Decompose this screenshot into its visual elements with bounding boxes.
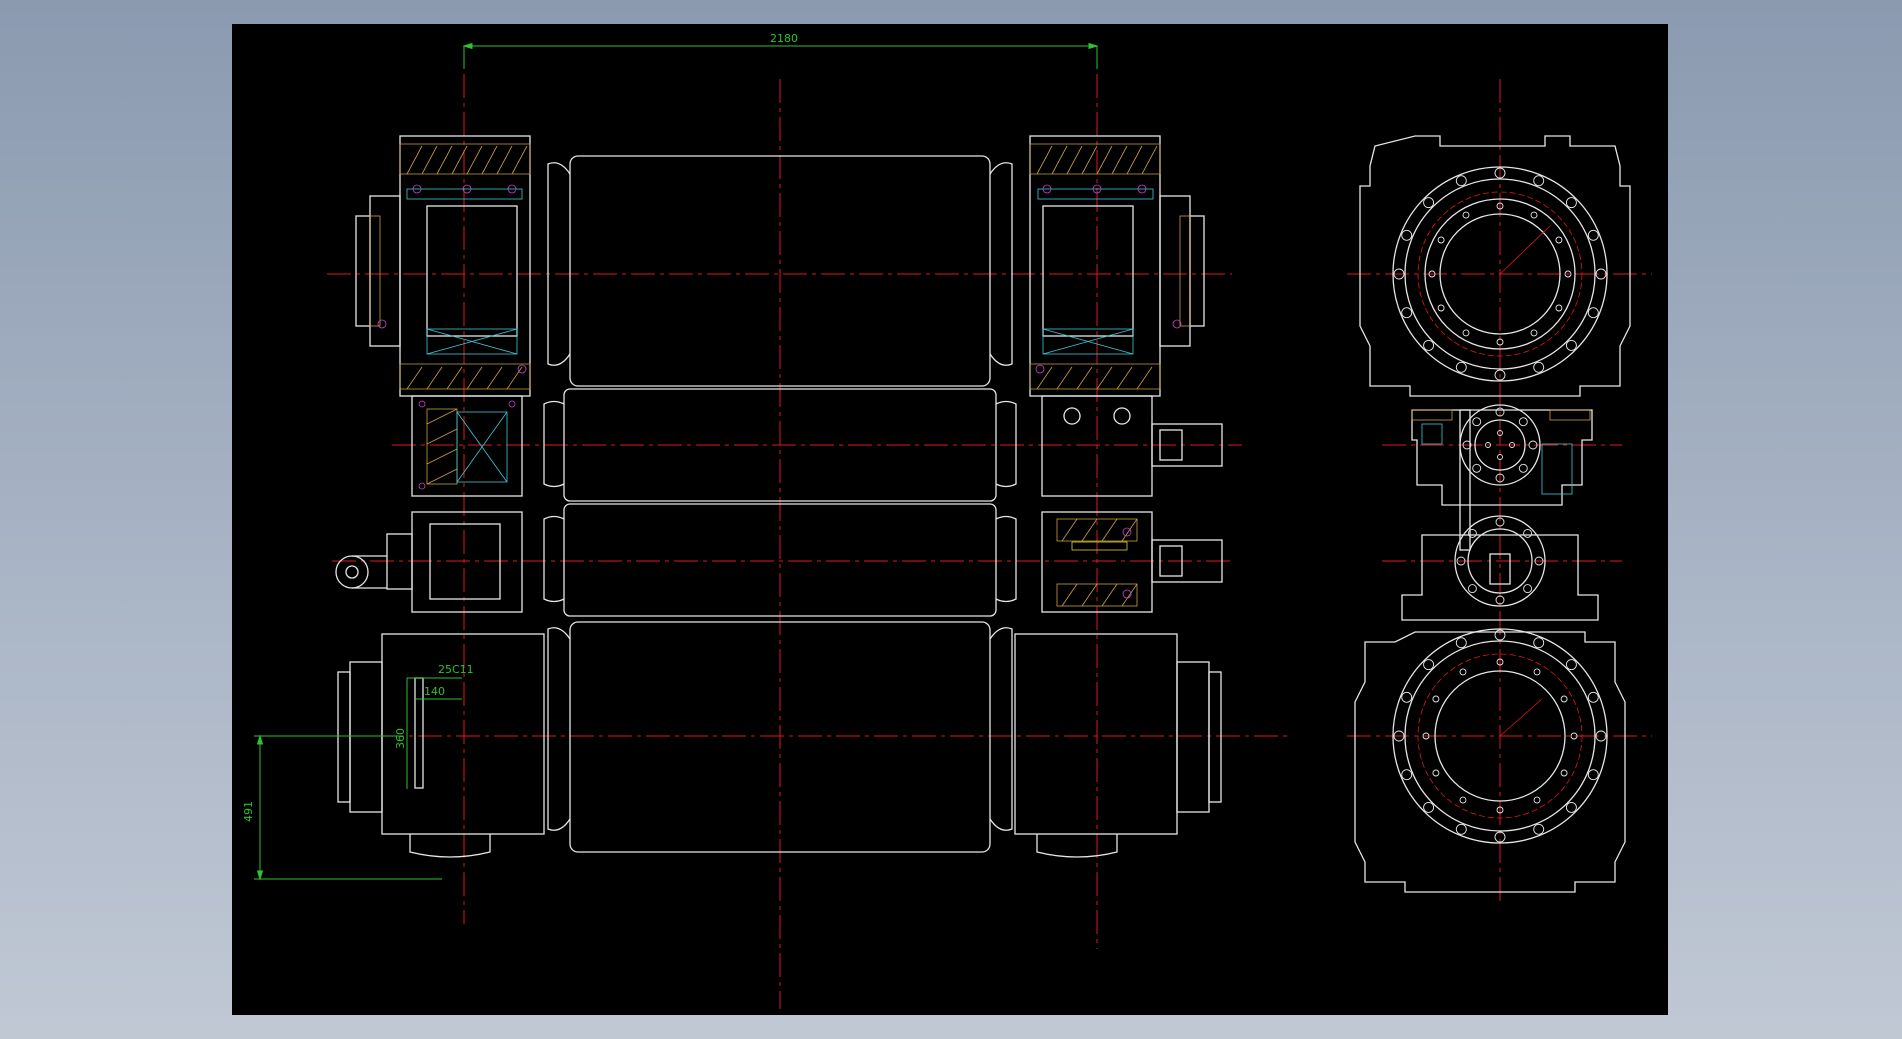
bolt-hole (1423, 659, 1435, 671)
bolt-hole (1533, 637, 1545, 649)
bolt-hole (1523, 584, 1533, 594)
bolt-hole (1533, 668, 1541, 676)
roll-3 (335, 503, 1223, 617)
front-view: 2180 25C11 140 360 491 (242, 32, 1292, 1009)
bolt-hole (1432, 769, 1440, 777)
bolt-hole (1423, 197, 1435, 209)
bolt-hole (1533, 823, 1545, 835)
dim-slot (254, 677, 462, 881)
bolt-hole (1432, 695, 1440, 703)
bolt-hole (1565, 659, 1577, 671)
centerlines (327, 74, 1292, 1009)
bolt-hole (1462, 329, 1470, 337)
bolt-hole (1533, 175, 1545, 187)
bolt-hole (1560, 695, 1568, 703)
bolt-hole (1533, 796, 1541, 804)
dim-overall-width-label: 2180 (770, 32, 798, 45)
bolt-hole (1587, 307, 1599, 319)
bolt-hole (1533, 361, 1545, 373)
side-bottom-block (1354, 628, 1626, 893)
bolt-hole (1437, 304, 1445, 312)
bolt-hole (1455, 823, 1467, 835)
bolt-hole (1455, 175, 1467, 187)
bolt-hole (1530, 329, 1538, 337)
bolt-hole (1401, 229, 1413, 241)
dim-slot-offset-label: 140 (424, 685, 445, 698)
bolt-hole (1401, 691, 1413, 703)
bolt-hole (1472, 463, 1482, 473)
bolt-hole (1565, 801, 1577, 813)
bolt-hole (1455, 361, 1467, 373)
bolt-hole (1523, 528, 1533, 538)
bolt-hole (1455, 637, 1467, 649)
bolt-hole (1587, 229, 1599, 241)
bolt-hole (1437, 236, 1445, 244)
bolt-hole (1401, 769, 1413, 781)
bolt-hole (1401, 307, 1413, 319)
bolt-hole (1530, 211, 1538, 219)
bolt-hole (1560, 769, 1568, 777)
bolt-hole (1587, 769, 1599, 781)
bolt-hole (1423, 339, 1435, 351)
cad-drawing-canvas: 2180 25C11 140 360 491 (232, 24, 1668, 1015)
bolt-hole (1459, 668, 1467, 676)
bolt-hole (1467, 584, 1477, 594)
dim-slot-height-label: 360 (394, 728, 407, 749)
bolt-hole (1472, 417, 1482, 427)
bolt-hole (1459, 796, 1467, 804)
dim-side-height-label: 491 (242, 801, 255, 822)
bolt-hole (1497, 454, 1503, 460)
dim-slot-width-label: 25C11 (438, 663, 474, 676)
side-view (1347, 79, 1652, 904)
dim-overall-width (462, 42, 1099, 69)
bolt-hole (1462, 211, 1470, 219)
bolt-hole (1518, 417, 1528, 427)
bolt-hole (1587, 691, 1599, 703)
bolt-hole (1423, 801, 1435, 813)
bolt-hole (1565, 339, 1577, 351)
bolt-hole (1555, 236, 1563, 244)
bolt-hole (1518, 463, 1528, 473)
bolt-hole (1555, 304, 1563, 312)
bolt-hole (1565, 197, 1577, 209)
